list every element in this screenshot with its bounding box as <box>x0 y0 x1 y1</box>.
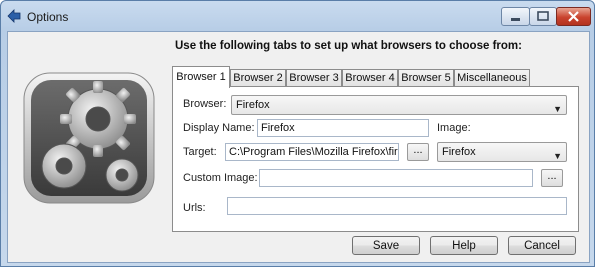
maximize-icon <box>537 11 549 21</box>
minimize-button[interactable] <box>501 7 530 26</box>
minimize-icon <box>511 18 520 21</box>
custom-image-field[interactable] <box>259 169 533 187</box>
tab-browser-2[interactable]: Browser 2 <box>230 69 286 87</box>
custom-image-browse-button[interactable]: ... <box>541 169 563 187</box>
tab-browser-5[interactable]: Browser 5 <box>398 69 454 87</box>
urls-label: Urls: <box>183 202 206 214</box>
image-select[interactable]: Firefox ▼ <box>437 142 567 162</box>
display-name-field[interactable]: Firefox <box>257 119 429 137</box>
browser-label: Browser: <box>183 98 227 110</box>
chevron-down-icon: ▼ <box>553 151 562 161</box>
help-button[interactable]: Help <box>430 236 498 255</box>
target-field[interactable]: C:\Program Files\Mozilla Firefox\firefox… <box>225 143 399 161</box>
options-window: Options Use the following tabs to set up… <box>0 0 595 267</box>
image-label: Image: <box>437 122 471 134</box>
title-bar[interactable]: Options <box>1 1 594 31</box>
close-button[interactable] <box>556 7 591 26</box>
target-label: Target: <box>183 146 217 158</box>
dialog-body: Use the following tabs to set up what br… <box>7 31 590 263</box>
maximize-button[interactable] <box>529 7 557 26</box>
window-title: Options <box>27 10 69 24</box>
target-browse-button[interactable]: ... <box>407 143 429 161</box>
browser-select-value: Firefox <box>236 99 270 111</box>
chevron-down-icon: ▼ <box>553 104 562 114</box>
custom-image-label: Custom Image: <box>183 172 258 184</box>
instruction-text: Use the following tabs to set up what br… <box>175 40 522 52</box>
browser-1-panel: Browser: Firefox ▼ Display Name: Firefox… <box>172 86 579 232</box>
urls-field[interactable] <box>227 197 567 215</box>
close-icon <box>568 11 579 22</box>
arrow-icon <box>7 9 21 23</box>
display-name-label: Display Name: <box>183 122 255 134</box>
browser-select[interactable]: Firefox ▼ <box>231 95 567 115</box>
gears-icon <box>23 72 155 204</box>
tab-miscellaneous[interactable]: Miscellaneous <box>454 69 530 87</box>
tab-browser-4[interactable]: Browser 4 <box>342 69 398 87</box>
tab-browser-3[interactable]: Browser 3 <box>286 69 342 87</box>
tab-browser-1[interactable]: Browser 1 <box>172 66 230 88</box>
image-select-value: Firefox <box>442 146 476 158</box>
save-button[interactable]: Save <box>352 236 420 255</box>
cancel-button[interactable]: Cancel <box>508 236 576 255</box>
